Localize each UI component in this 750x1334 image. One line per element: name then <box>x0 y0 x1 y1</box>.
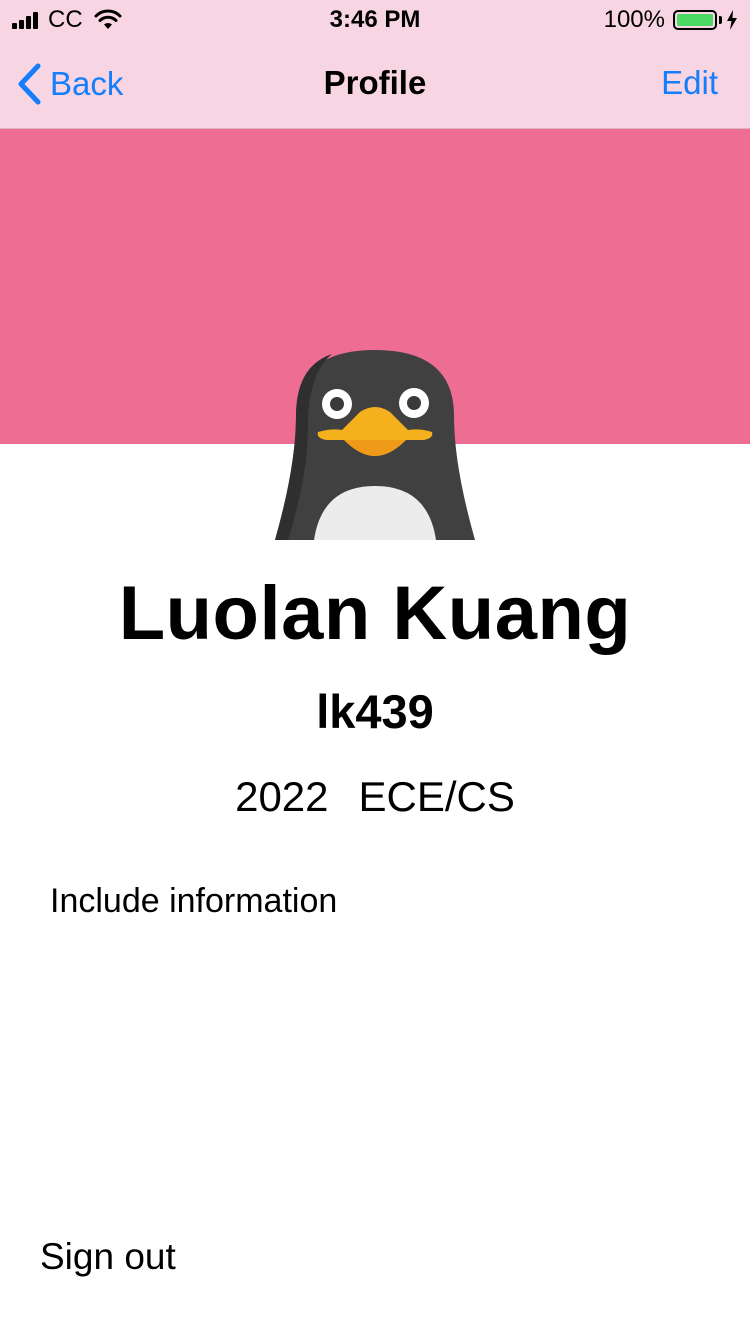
penguin-icon <box>275 350 475 540</box>
profile-year: 2022 <box>235 773 329 820</box>
profile-netid: lk439 <box>316 685 434 738</box>
sign-out-button[interactable]: Sign out <box>40 1236 176 1278</box>
battery-percent: 100% <box>603 6 665 33</box>
edit-button[interactable]: Edit <box>661 64 718 102</box>
include-information-label: Include information <box>50 882 338 920</box>
battery-fill <box>677 14 713 26</box>
profile-meta: 2022 ECE/CS <box>0 773 750 821</box>
profile-major: ECE/CS <box>358 773 515 820</box>
status-bar-right: 100% <box>604 6 738 34</box>
page-title: Profile <box>323 64 427 101</box>
battery-tip <box>719 16 722 24</box>
profile-name: Luolan Kuang <box>118 571 632 656</box>
battery-icon <box>673 10 717 30</box>
charging-bolt-icon <box>727 10 737 30</box>
